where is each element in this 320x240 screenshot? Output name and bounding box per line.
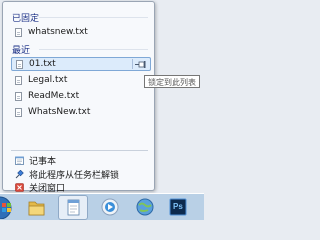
unpin-icon	[15, 169, 24, 178]
taskbar-media-player-button[interactable]	[95, 195, 125, 220]
taskbar-photoshop-button[interactable]: Ps	[163, 195, 193, 220]
recent-item-label: WhatsNew.txt	[28, 107, 91, 117]
recent-item-readme[interactable]: ReadMe.txt	[11, 89, 151, 103]
close-window-icon	[15, 182, 24, 192]
task-label: 关闭窗口	[29, 183, 66, 194]
task-unpin-from-taskbar[interactable]: 将此程序从任务栏解锁	[11, 167, 151, 181]
jump-list: 已固定 whatsnew.txt 最近 01.txt Legal.txt Rea…	[2, 1, 155, 194]
pin-tooltip: 锁定到此列表	[144, 75, 200, 88]
text-file-icon	[15, 75, 22, 85]
recent-item-01[interactable]: 01.txt	[11, 57, 151, 71]
taskbar-explorer-button[interactable]	[21, 195, 51, 220]
taskbar-network-button[interactable]	[130, 195, 160, 220]
tasks-separator	[11, 150, 148, 151]
network-icon	[136, 198, 154, 216]
pinned-section-rule	[39, 17, 148, 18]
folder-icon	[28, 201, 45, 216]
recent-item-label: ReadMe.txt	[28, 91, 80, 101]
text-file-icon	[15, 91, 22, 101]
recent-item-legal[interactable]: Legal.txt	[11, 73, 151, 87]
pin-icon	[135, 60, 146, 68]
pinned-item-whatsnew[interactable]: whatsnew.txt	[11, 25, 151, 39]
start-button[interactable]	[0, 195, 18, 220]
notepad-icon	[67, 199, 80, 216]
recent-section-rule	[39, 49, 148, 50]
pin-to-list-button[interactable]	[132, 59, 148, 69]
photoshop-label: Ps	[173, 202, 183, 211]
recent-section-title: 最近	[12, 46, 31, 56]
task-label: 记事本	[29, 156, 57, 167]
recent-item-whatsnew[interactable]: WhatsNew.txt	[11, 105, 151, 119]
media-player-icon	[101, 198, 119, 216]
task-open-notepad[interactable]: 记事本	[11, 153, 151, 167]
taskbar: Ps	[0, 193, 204, 220]
text-file-icon	[15, 107, 22, 117]
taskbar-notepad-button[interactable]	[58, 195, 88, 220]
start-orb-icon	[0, 196, 12, 220]
notepad-icon	[15, 156, 24, 165]
text-file-icon	[16, 59, 23, 69]
recent-item-label: 01.txt	[29, 59, 56, 69]
task-close-window[interactable]: 关闭窗口	[11, 180, 151, 194]
recent-item-label: Legal.txt	[28, 75, 68, 85]
text-file-icon	[15, 27, 22, 37]
pinned-item-label: whatsnew.txt	[28, 27, 88, 37]
task-label: 将此程序从任务栏解锁	[29, 170, 120, 181]
pinned-section-title: 已固定	[12, 14, 40, 24]
